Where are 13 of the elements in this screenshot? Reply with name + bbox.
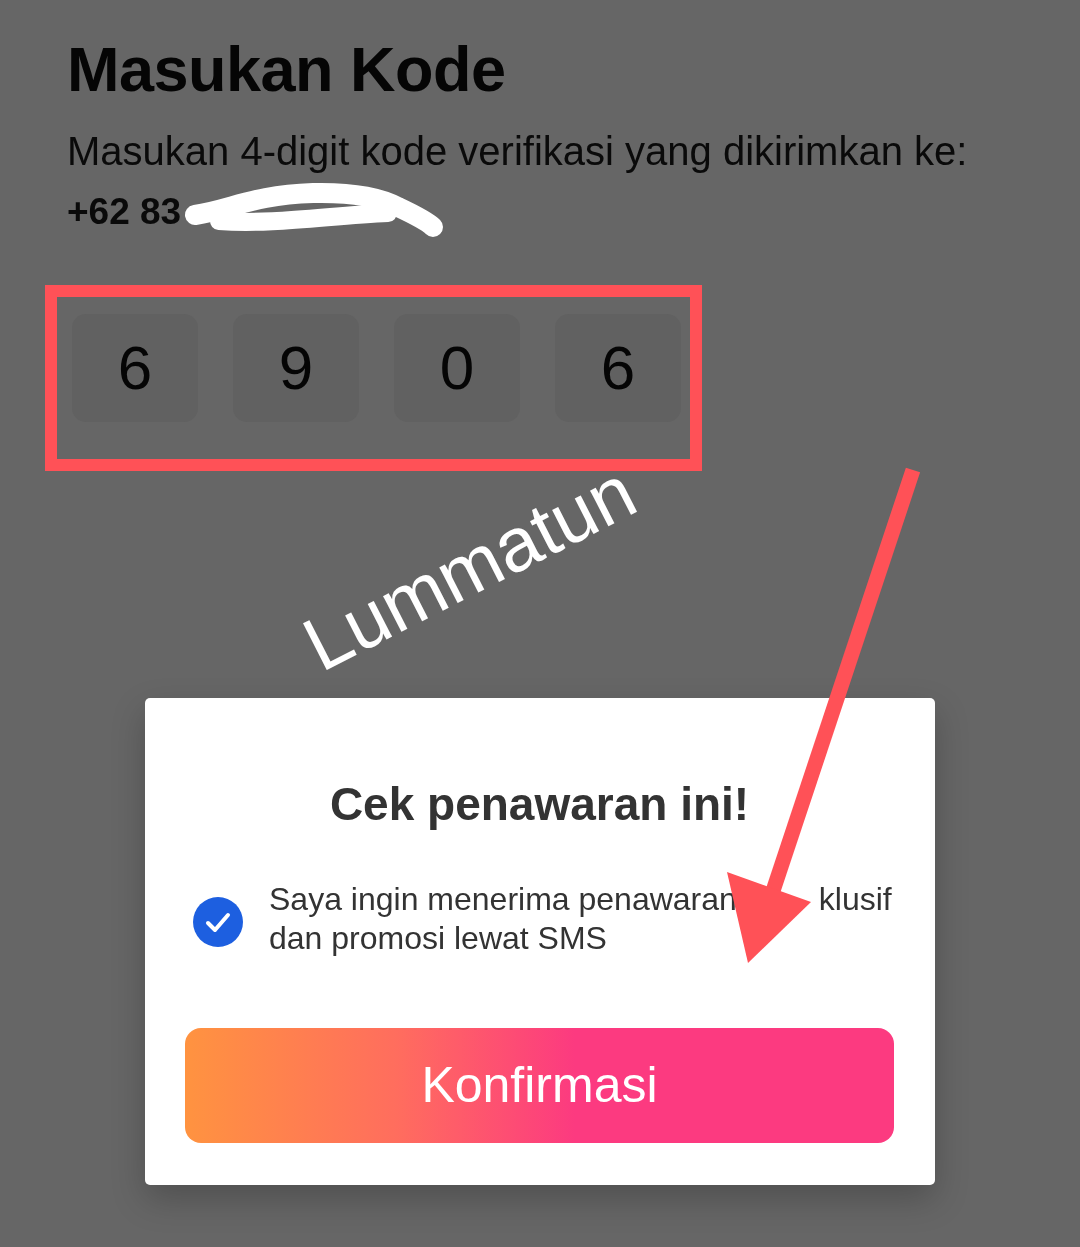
dialog-title: Cek penawaran ini! xyxy=(329,777,750,831)
page-title: Masukan Kode xyxy=(67,33,506,105)
code-input[interactable]: 6 xyxy=(555,314,681,422)
phone-number: +62 83 xyxy=(67,191,182,233)
consent-text: klusif xyxy=(818,880,892,919)
instruction-text: Masukan 4-digit kode verifikasi yang dikirimkan ke: xyxy=(67,129,968,173)
checkbox[interactable] xyxy=(193,897,243,947)
code-input[interactable]: 6 xyxy=(72,314,198,422)
consent-text: dan promosi lewat SMS xyxy=(269,919,607,958)
consent-text: Saya ingin menerima penawaran xyxy=(269,880,737,919)
code-input[interactable]: 0 xyxy=(394,314,520,422)
code-input[interactable]: 9 xyxy=(233,314,359,422)
confirm-button[interactable]: Konfirmasi xyxy=(185,1028,894,1143)
